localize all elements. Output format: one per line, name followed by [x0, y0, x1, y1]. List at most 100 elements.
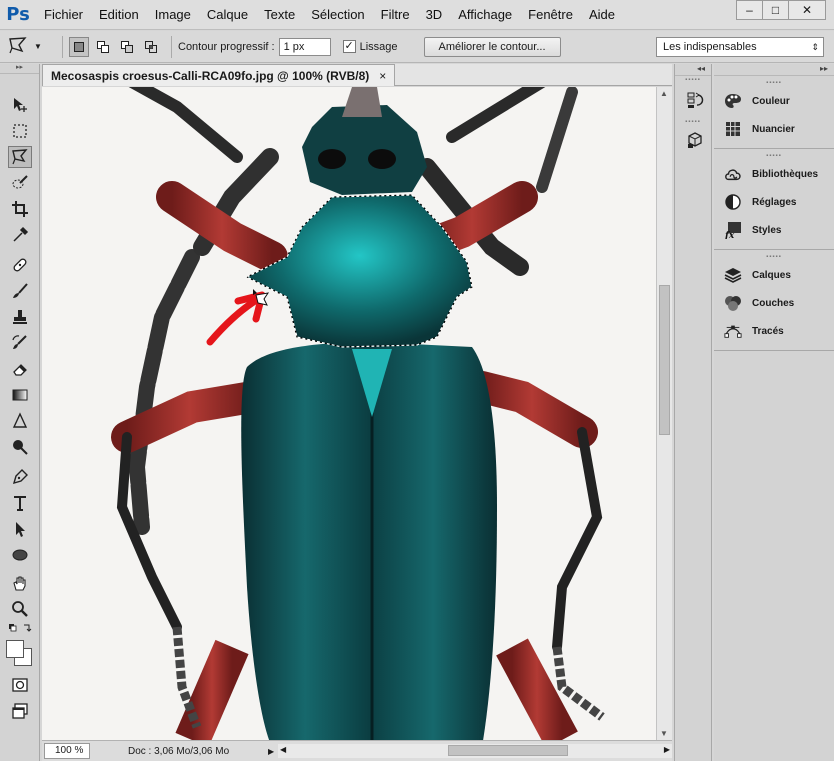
- crop-tool[interactable]: [8, 198, 32, 220]
- eraser-tool[interactable]: [8, 358, 32, 380]
- panel-bibliotheques[interactable]: Bibliothèques: [714, 160, 834, 188]
- crop-icon: [12, 201, 28, 217]
- gradient-icon: [12, 389, 28, 401]
- menu-edition[interactable]: Edition: [91, 0, 147, 30]
- panel-styles[interactable]: fx Styles: [714, 216, 834, 244]
- maximize-button[interactable]: □: [762, 0, 789, 20]
- move-tool[interactable]: [8, 94, 32, 116]
- select-arrows-icon: ⇕: [811, 42, 819, 52]
- eyedropper-tool[interactable]: [8, 224, 32, 246]
- history-brush-icon: [12, 335, 27, 349]
- menu-bar: Ps Fichier Edition Image Calque Texte Sé…: [0, 0, 834, 30]
- swatches-grid-icon: [724, 120, 742, 138]
- add-to-selection-button[interactable]: [93, 37, 113, 57]
- path-selection-tool[interactable]: [8, 518, 32, 540]
- blur-tool[interactable]: [8, 410, 32, 432]
- zoom-tool[interactable]: [8, 598, 32, 620]
- dodge-tool[interactable]: [8, 436, 32, 458]
- horizontal-scroll-thumb[interactable]: [448, 745, 568, 756]
- new-selection-button[interactable]: [69, 36, 89, 57]
- menu-fichier[interactable]: Fichier: [36, 0, 91, 30]
- panel-nuancier[interactable]: Nuancier: [714, 115, 834, 143]
- libraries-icon: [724, 165, 742, 183]
- menu-image[interactable]: Image: [147, 0, 199, 30]
- healing-brush-tool[interactable]: [8, 254, 32, 276]
- horizontal-scrollbar[interactable]: ◀ ▶: [278, 744, 672, 758]
- grip-icon[interactable]: ▪▪▪▪▪: [675, 76, 711, 84]
- scroll-left-icon[interactable]: ◀: [280, 745, 286, 754]
- svg-text:fx: fx: [724, 231, 735, 239]
- panel-dock: ▸▸ ▪▪▪▪▪ Couleur Nuancier ▪▪▪▪▪ Biblioth…: [714, 64, 834, 761]
- intersect-selection-button[interactable]: [141, 37, 161, 57]
- subtract-from-selection-button[interactable]: [117, 37, 137, 57]
- quick-selection-tool[interactable]: [8, 172, 32, 194]
- minimize-button[interactable]: –: [736, 0, 763, 20]
- blur-triangle-icon: [12, 412, 28, 428]
- document-tab[interactable]: Mecosaspis croesus-Calli-RCA09fo.jpg @ 1…: [42, 64, 396, 86]
- menu-aide[interactable]: Aide: [581, 0, 623, 30]
- screen-mode-button[interactable]: [8, 700, 32, 722]
- close-document-icon[interactable]: ×: [379, 69, 386, 83]
- foreground-color-swatch[interactable]: [6, 640, 24, 658]
- scroll-up-icon[interactable]: ▲: [660, 89, 668, 98]
- menu-selection[interactable]: Sélection: [303, 0, 372, 30]
- lasso-tool[interactable]: [8, 146, 32, 168]
- swap-colors-control[interactable]: [8, 621, 32, 635]
- menu-fenetre[interactable]: Fenêtre: [520, 0, 581, 30]
- stamp-icon: [13, 310, 27, 324]
- grip-icon[interactable]: ▪▪▪▪▪: [714, 253, 834, 261]
- document-info[interactable]: Doc : 3,06 Mo/3,06 Mo: [128, 746, 268, 757]
- hand-tool[interactable]: [8, 572, 32, 594]
- quick-mask-button[interactable]: [8, 674, 32, 696]
- vertical-scrollbar[interactable]: ▲ ▼: [656, 87, 672, 740]
- type-tool[interactable]: [8, 492, 32, 514]
- grip-icon[interactable]: ▪▪▪▪▪: [675, 118, 711, 126]
- 3d-panel-button[interactable]: [685, 130, 705, 150]
- document-canvas[interactable]: [42, 87, 656, 740]
- menu-texte[interactable]: Texte: [256, 0, 303, 30]
- color-swatches[interactable]: [4, 638, 34, 670]
- magnifier-icon: [12, 601, 28, 617]
- panel-collapse-icon[interactable]: ▸▸: [0, 64, 39, 74]
- dock-expand-icon[interactable]: ◂◂: [675, 64, 711, 76]
- menu-calque[interactable]: Calque: [199, 0, 256, 30]
- panel-calques[interactable]: Calques: [714, 261, 834, 289]
- pen-tool[interactable]: [8, 466, 32, 488]
- history-brush-tool[interactable]: [8, 332, 32, 354]
- refine-edge-button[interactable]: Améliorer le contour...: [423, 36, 561, 57]
- vertical-scroll-thumb[interactable]: [659, 285, 670, 435]
- scroll-down-icon[interactable]: ▼: [660, 729, 668, 738]
- menu-3d[interactable]: 3D: [418, 0, 451, 30]
- panel-group-layers: ▪▪▪▪▪ Calques Couches Tracés: [714, 250, 834, 351]
- hand-icon: [13, 576, 26, 591]
- document-tab-bar: Mecosaspis croesus-Calli-RCA09fo.jpg @ 1…: [42, 64, 672, 86]
- dock-collapse-icon[interactable]: ▸▸: [714, 64, 834, 76]
- panel-couches[interactable]: Couches: [714, 289, 834, 317]
- panel-couleur[interactable]: Couleur: [714, 87, 834, 115]
- cube-icon: [688, 132, 702, 148]
- workspace-select[interactable]: Les indispensables ⇕: [656, 37, 824, 57]
- menu-affichage[interactable]: Affichage: [450, 0, 520, 30]
- gradient-tool[interactable]: [8, 384, 32, 406]
- brush-tool[interactable]: [8, 280, 32, 302]
- new-selection-icon: [74, 41, 84, 52]
- layers-icon: [724, 266, 742, 284]
- grip-icon[interactable]: ▪▪▪▪▪: [714, 79, 834, 87]
- antialias-checkbox[interactable]: ✓: [342, 40, 356, 53]
- panel-label: Bibliothèques: [752, 168, 819, 180]
- clone-stamp-tool[interactable]: [8, 306, 32, 328]
- feather-input[interactable]: 1 px: [278, 37, 331, 56]
- status-menu-arrow-icon[interactable]: ▶: [268, 747, 274, 756]
- shape-tool[interactable]: [8, 544, 32, 566]
- zoom-level-field[interactable]: 100 %: [44, 743, 90, 759]
- panel-reglages[interactable]: Réglages: [714, 188, 834, 216]
- close-window-button[interactable]: ✕: [788, 0, 826, 20]
- grip-icon[interactable]: ▪▪▪▪▪: [714, 152, 834, 160]
- tool-preset-picker[interactable]: ▼: [8, 34, 56, 60]
- photoshop-logo: Ps: [6, 4, 30, 25]
- panel-traces[interactable]: Tracés: [714, 317, 834, 345]
- history-panel-button[interactable]: [685, 90, 705, 110]
- scroll-right-icon[interactable]: ▶: [664, 745, 670, 754]
- marquee-tool[interactable]: [8, 120, 32, 142]
- menu-filtre[interactable]: Filtre: [373, 0, 418, 30]
